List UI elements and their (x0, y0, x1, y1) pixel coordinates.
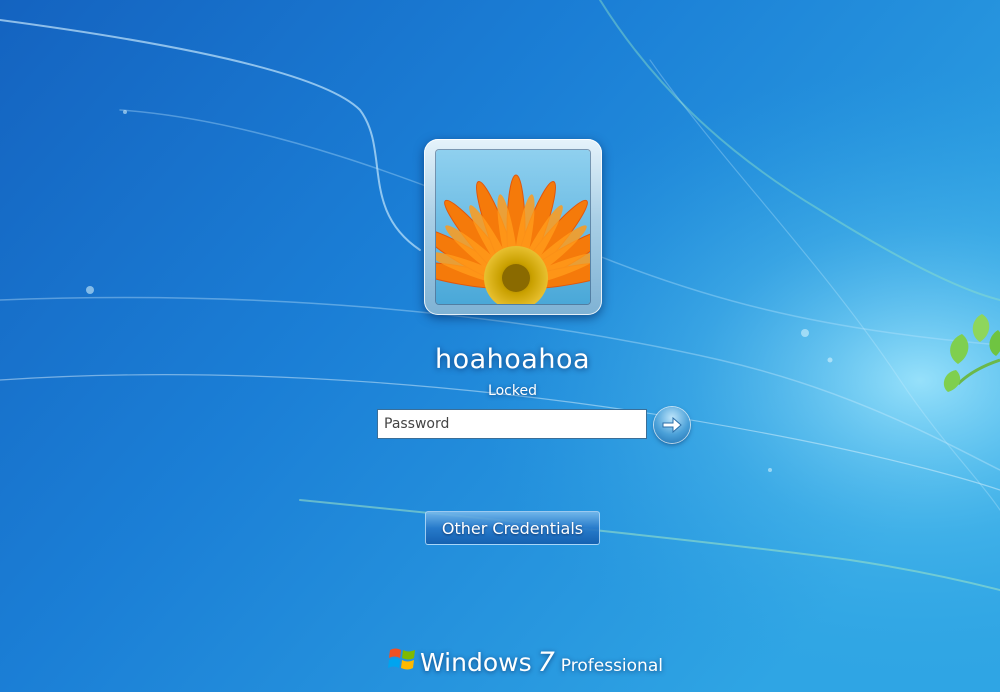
submit-arrow-button[interactable] (654, 407, 690, 443)
password-input[interactable] (377, 409, 647, 439)
windows-flag-icon (388, 648, 415, 670)
other-credentials-button[interactable]: Other Credentials (425, 511, 600, 545)
windows-branding: Windows 7 Professional (388, 638, 663, 678)
user-tile[interactable] (424, 139, 602, 315)
product-version: 7 (537, 647, 555, 678)
product-name: Windows (420, 648, 532, 677)
product-edition: Professional (560, 656, 663, 676)
user-avatar (436, 150, 590, 304)
arrow-right-icon (662, 416, 682, 434)
lock-status-label: Locked (488, 383, 537, 399)
username-label: hoahoahoa (434, 344, 591, 375)
